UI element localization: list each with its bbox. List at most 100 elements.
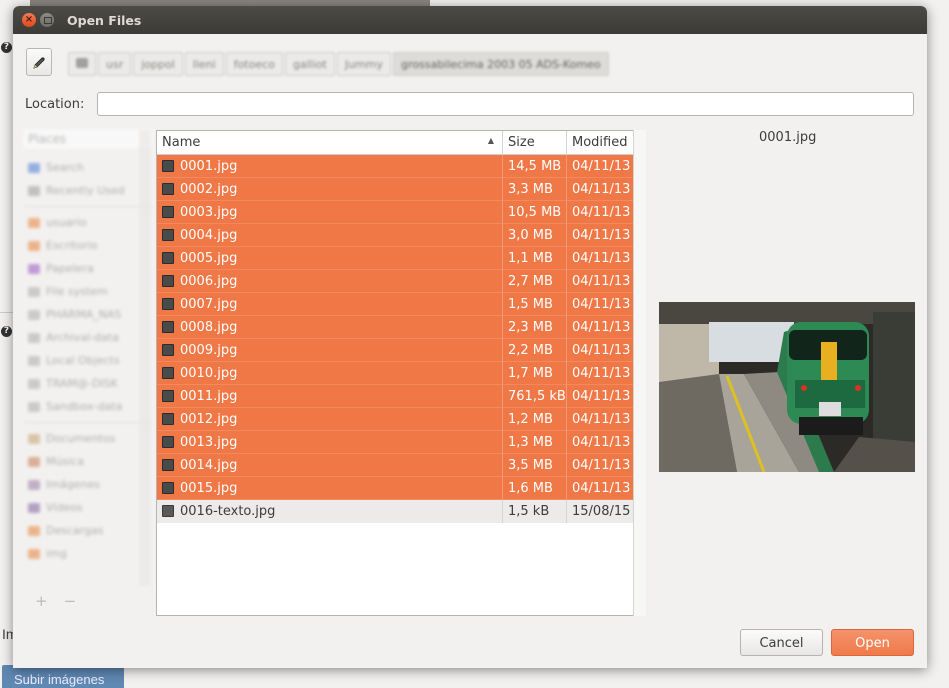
file-size: 10,5 MB (502, 200, 566, 224)
trash-icon (28, 263, 40, 274)
file-modified: 04/11/13 (566, 338, 635, 362)
place-item[interactable]: TRAM@-DISK (24, 372, 152, 395)
drive-icon (28, 332, 40, 343)
titlebar: × Open Files (13, 6, 927, 34)
file-name: 0016-texto.jpg (180, 504, 276, 519)
image-file-icon (162, 505, 174, 517)
file-name: 0007.jpg (180, 296, 238, 312)
divider (24, 422, 152, 423)
place-item[interactable]: Papelera (24, 257, 152, 280)
file-row[interactable]: 0013.jpg 1,3 MB 04/11/13 (157, 430, 645, 454)
file-row[interactable]: 0009.jpg 2,2 MB 04/11/13 (157, 338, 645, 362)
file-row[interactable]: 0010.jpg 1,7 MB 04/11/13 (157, 361, 645, 385)
cancel-button[interactable]: Cancel (740, 629, 823, 656)
file-name: 0008.jpg (180, 319, 238, 335)
path-crumb-current[interactable]: grossabilecima 2003 05 ADS-Komeo (393, 52, 609, 76)
help-icon[interactable]: ? (1, 42, 12, 53)
place-item[interactable]: File system (24, 280, 152, 303)
file-modified: 04/11/13 (566, 430, 635, 454)
file-size: 1,5 kB (502, 500, 566, 523)
path-crumb[interactable]: Jummy (336, 52, 391, 76)
file-name-cell: 0003.jpg (157, 201, 502, 224)
file-row[interactable]: 0003.jpg 10,5 MB 04/11/13 (157, 200, 645, 224)
column-header-size[interactable]: Size (502, 131, 566, 154)
file-name: 0006.jpg (180, 273, 238, 289)
file-name-cell: 0002.jpg (157, 178, 502, 201)
desktop-folder-icon (28, 240, 40, 251)
file-row[interactable]: 0012.jpg 1,2 MB 04/11/13 (157, 407, 645, 431)
file-modified: 04/11/13 (566, 453, 635, 477)
file-size: 1,5 MB (502, 292, 566, 316)
path-crumb[interactable]: usr (98, 52, 132, 76)
file-modified: 04/11/13 (566, 200, 635, 224)
file-list: Name ▲ Size Modified 0001.jpg 14,5 MB 04/1… (156, 130, 646, 616)
open-button[interactable]: Open (831, 629, 914, 656)
file-row[interactable]: 0006.jpg 2,7 MB 04/11/13 (157, 269, 645, 293)
maximize-window-button[interactable] (40, 13, 54, 27)
file-size: 3,0 MB (502, 223, 566, 247)
file-name-cell: 0011.jpg (157, 385, 502, 408)
place-item[interactable]: Vídeos (24, 496, 152, 519)
location-label: Location: (25, 97, 85, 112)
file-name: 0012.jpg (180, 411, 238, 427)
add-bookmark-button[interactable]: + (35, 592, 48, 610)
file-row[interactable]: 0016-texto.jpg 1,5 kB 15/08/15 (157, 500, 645, 523)
place-item[interactable]: Local Objects (24, 349, 152, 372)
file-row[interactable]: 0004.jpg 3,0 MB 04/11/13 (157, 223, 645, 247)
open-files-dialog: × Open Files usr joppol lleni fotoeco ga… (13, 6, 927, 668)
location-input[interactable] (97, 92, 914, 116)
place-item[interactable]: usuario (24, 211, 152, 234)
file-modified: 04/11/13 (566, 246, 635, 270)
path-crumb-root[interactable] (68, 52, 96, 76)
place-item[interactable]: Search (24, 156, 152, 179)
path-crumb[interactable]: lleni (184, 52, 224, 76)
place-item[interactable]: Sandbox-data (24, 395, 152, 418)
upload-images-button[interactable]: Subir imágenes (2, 665, 124, 688)
place-item[interactable]: PHARMA_NAS (24, 303, 152, 326)
videos-folder-icon (28, 502, 40, 513)
place-item[interactable]: Imágenes (24, 473, 152, 496)
help-icon[interactable]: ? (1, 326, 12, 337)
file-row[interactable]: 0005.jpg 1,1 MB 04/11/13 (157, 246, 645, 270)
file-row[interactable]: 0001.jpg 14,5 MB 04/11/13 (157, 154, 645, 178)
divider (0, 312, 14, 313)
file-name: 0009.jpg (180, 342, 238, 358)
places-scrollbar[interactable] (139, 130, 151, 586)
file-modified: 04/11/13 (566, 269, 635, 293)
file-list-scrollbar[interactable] (633, 130, 646, 616)
file-name: 0003.jpg (180, 204, 238, 220)
image-file-icon (162, 389, 174, 402)
file-row[interactable]: 0008.jpg 2,3 MB 04/11/13 (157, 315, 645, 339)
close-window-button[interactable]: × (22, 13, 36, 27)
place-item[interactable]: Escritorio (24, 234, 152, 257)
place-item[interactable]: Documentos (24, 427, 152, 450)
file-row[interactable]: 0011.jpg 761,5 kB 04/11/13 (157, 384, 645, 408)
drive-icon (28, 286, 40, 297)
path-crumb[interactable]: joppol (133, 52, 183, 76)
sort-ascending-icon: ▲ (487, 136, 494, 145)
file-row[interactable]: 0014.jpg 3,5 MB 04/11/13 (157, 453, 645, 477)
place-item[interactable]: Descargas (24, 519, 152, 542)
path-crumb[interactable]: galliot (284, 52, 335, 76)
place-item[interactable]: Archival-data (24, 326, 152, 349)
path-crumb[interactable]: fotoeco (225, 52, 283, 76)
file-size: 1,1 MB (502, 246, 566, 270)
image-file-icon (162, 366, 174, 379)
place-item[interactable]: img (24, 542, 152, 565)
remove-bookmark-button[interactable]: − (64, 592, 77, 610)
type-location-button[interactable] (26, 48, 52, 76)
place-item[interactable]: Recently Used (24, 179, 152, 202)
place-item[interactable]: Música (24, 450, 152, 473)
file-modified: 04/11/13 (566, 292, 635, 316)
file-size: 2,3 MB (502, 315, 566, 339)
file-size: 14,5 MB (502, 154, 566, 178)
file-name-cell: 0007.jpg (157, 293, 502, 316)
file-row[interactable]: 0015.jpg 1,6 MB 04/11/13 (157, 476, 645, 500)
file-row[interactable]: 0002.jpg 3,3 MB 04/11/13 (157, 177, 645, 201)
drive-icon (28, 378, 40, 389)
file-modified: 15/08/15 (566, 500, 635, 523)
column-header-modified[interactable]: Modified (566, 131, 635, 154)
column-header-name[interactable]: Name ▲ (157, 131, 502, 154)
file-row[interactable]: 0007.jpg 1,5 MB 04/11/13 (157, 292, 645, 316)
places-buttons: + − (35, 592, 92, 610)
